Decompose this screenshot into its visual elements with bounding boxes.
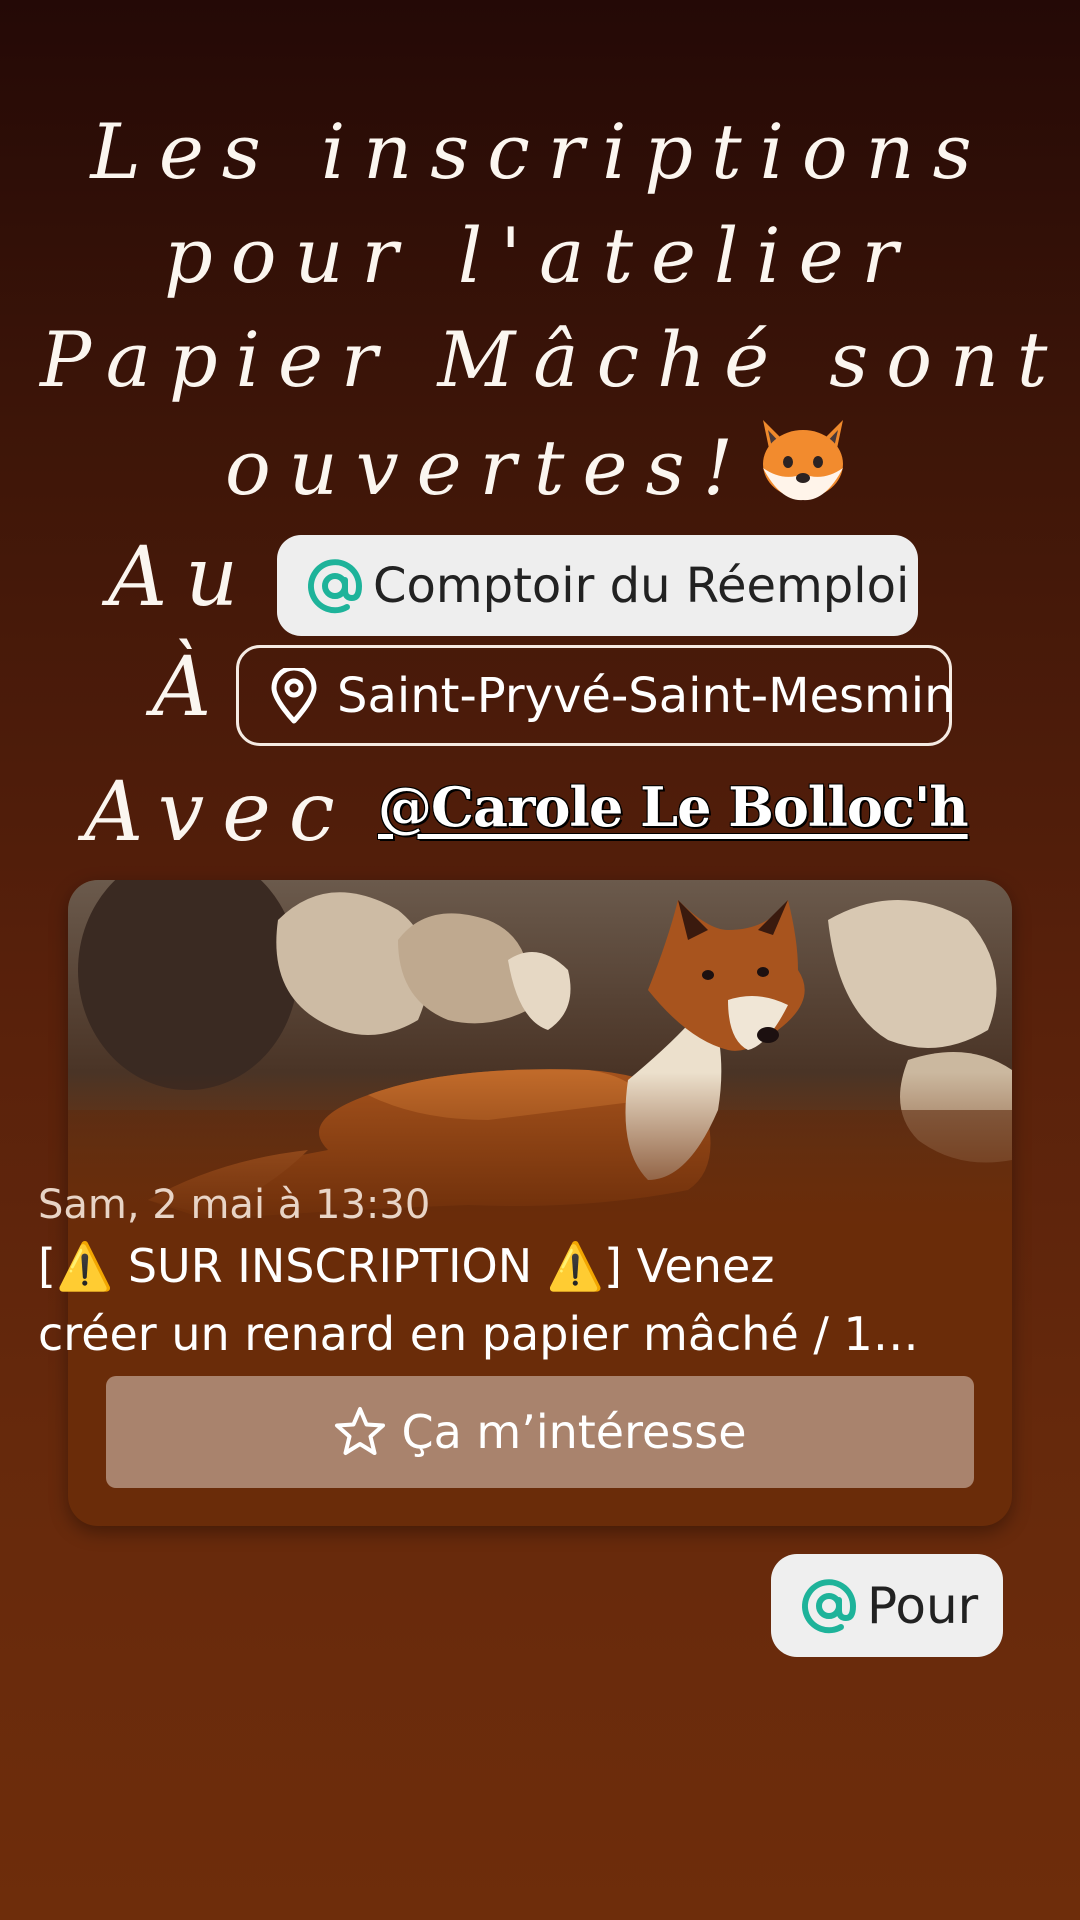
location-chip-text: Saint-Pryvé-Saint-Mesmin [337, 667, 955, 724]
host-label: Avec [84, 765, 353, 860]
event-photo [68, 880, 1012, 1230]
headline-line-1: Les inscriptions [90, 107, 990, 196]
event-title-line-2: créer un renard en papier mâché / 1… [38, 1307, 919, 1361]
interest-button-label: Ça m’intéresse [401, 1405, 747, 1459]
location-pin-icon [271, 667, 317, 723]
venue-chip-text: Comptoir du Réemploi [373, 557, 910, 614]
interest-button[interactable]: Ça m’intéresse [106, 1376, 974, 1488]
location-chip[interactable]: Saint-Pryvé-Saint-Mesmin [236, 645, 955, 746]
event-date: Sam, 2 mai à 13:30 [38, 1182, 431, 1228]
recipient-chip-text: Pour [867, 1576, 979, 1635]
headline: Les inscriptions pour l'atelier Papier M… [40, 100, 1066, 520]
recipient-chip[interactable]: Pour [771, 1554, 1003, 1657]
at-icon [308, 558, 363, 613]
event-title-line-1: [⚠️ SUR INSCRIPTION ⚠️] Venez [38, 1239, 775, 1293]
venue-label: Au [108, 530, 257, 625]
at-icon [802, 1578, 857, 1633]
event-title[interactable]: [⚠️ SUR INSCRIPTION ⚠️] Venez créer un r… [38, 1232, 958, 1368]
venue-chip[interactable]: Comptoir du Réemploi [277, 535, 918, 636]
headline-line-4-text: ouvertes! [224, 423, 751, 512]
star-icon [335, 1407, 386, 1455]
host-mention[interactable]: @Carole Le Bolloc'h [378, 775, 969, 839]
headline-line-4: ouvertes! [40, 412, 1040, 520]
fox-emoji [763, 420, 843, 501]
headline-line-2: pour l'atelier [164, 211, 916, 300]
headline-line-3: Papier Mâché sont [40, 315, 1066, 404]
place-label: À [152, 640, 230, 735]
